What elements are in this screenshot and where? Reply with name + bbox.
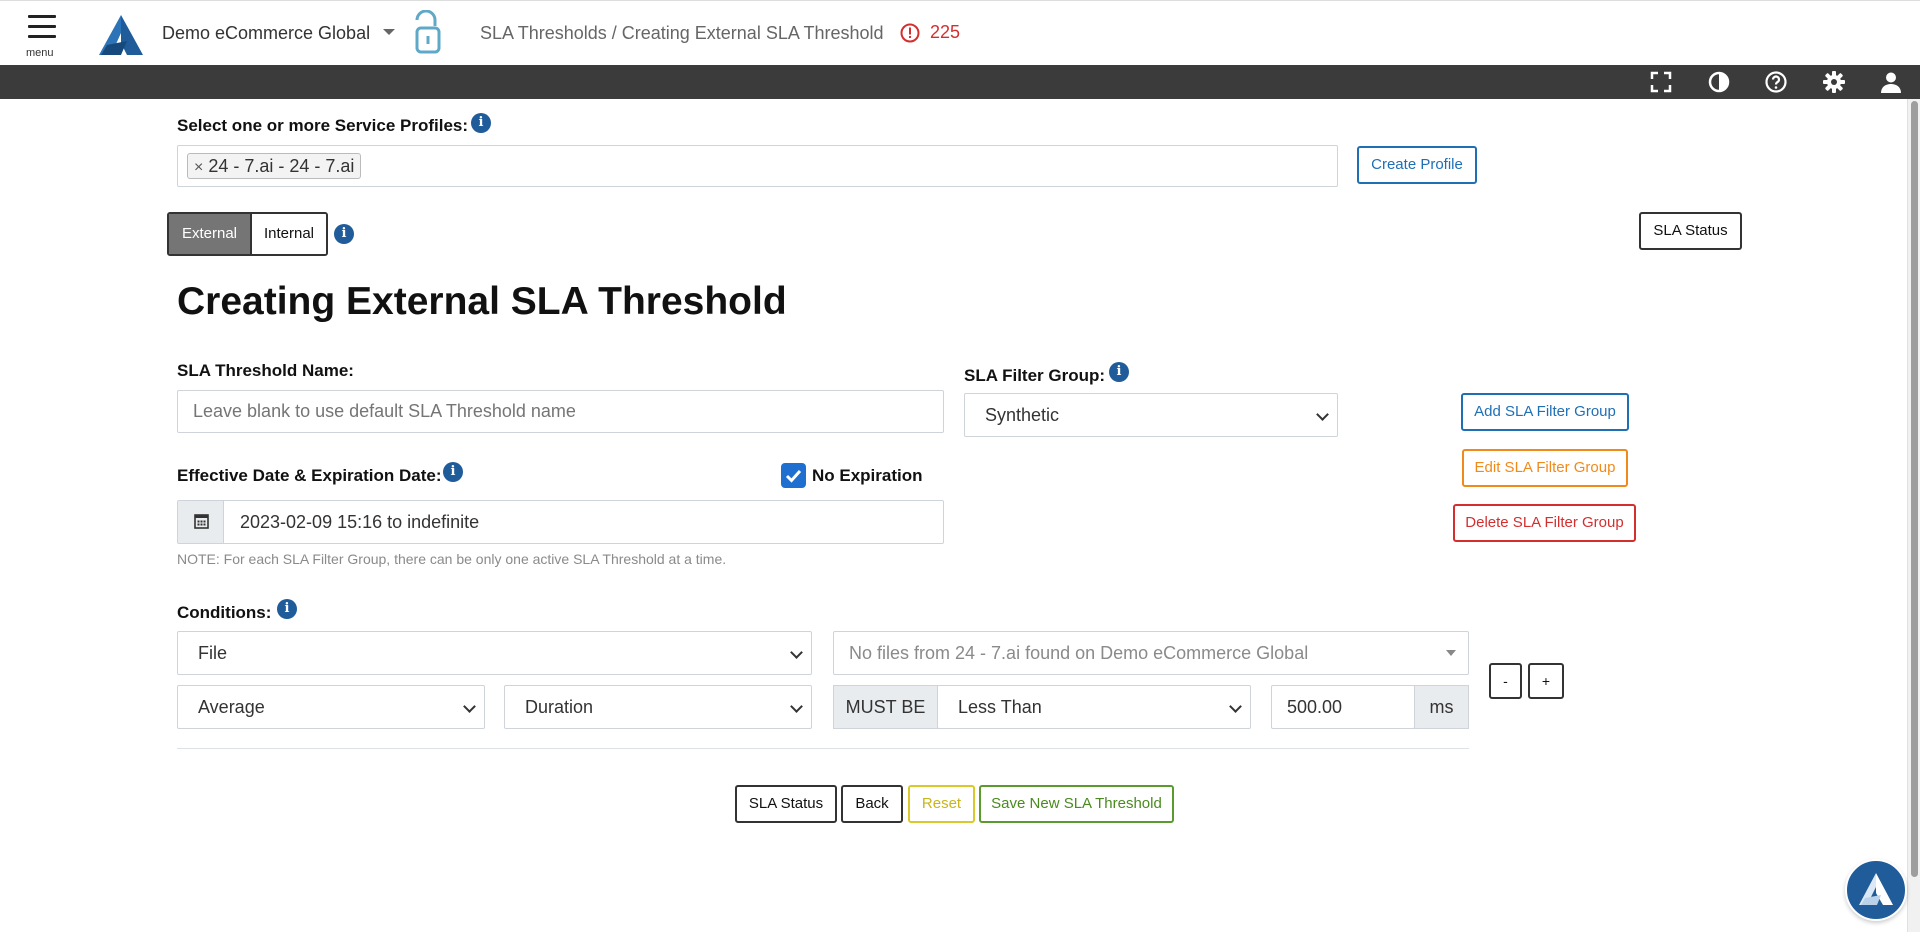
- alert-count: 225: [930, 22, 961, 42]
- threshold-name-input[interactable]: [177, 390, 944, 433]
- metric-select[interactable]: Duration: [504, 685, 812, 729]
- filter-group-label: SLA Filter Group:: [964, 366, 1106, 385]
- contrast-icon[interactable]: [1707, 70, 1731, 94]
- create-profile-button[interactable]: Create Profile: [1357, 146, 1477, 184]
- external-internal-toggle: External Internal: [167, 212, 328, 256]
- floating-logo-button[interactable]: [1845, 859, 1907, 921]
- caret-down-icon: [1446, 650, 1456, 656]
- service-profiles-label: Select one or more Service Profiles:: [177, 116, 469, 135]
- external-toggle-button[interactable]: External: [169, 214, 250, 254]
- delete-filter-group-button[interactable]: Delete SLA Filter Group: [1453, 504, 1636, 542]
- toolbar: [0, 65, 1920, 99]
- unit-label: ms: [1414, 685, 1469, 729]
- calendar-icon[interactable]: [178, 501, 224, 543]
- comparator-select[interactable]: Less Than: [937, 685, 1251, 729]
- fullscreen-icon[interactable]: [1649, 70, 1673, 94]
- condition-scope-value: File: [198, 643, 228, 663]
- unlock-icon[interactable]: [411, 10, 445, 56]
- scrollbar-thumb[interactable]: [1911, 101, 1918, 877]
- aggregate-value: Average: [198, 697, 265, 717]
- service-profiles-input[interactable]: × 24 - 7.ai - 24 - 7.ai: [177, 145, 1338, 187]
- date-range-input[interactable]: 2023-02-09 15:16 to indefinite: [177, 500, 944, 544]
- threshold-value-input[interactable]: 500.00: [1271, 685, 1415, 729]
- sla-status-button[interactable]: SLA Status: [735, 785, 837, 823]
- threshold-value: 500.00: [1287, 697, 1343, 717]
- back-button[interactable]: Back: [841, 785, 903, 823]
- must-be-label: MUST BE: [833, 685, 938, 729]
- organization-name[interactable]: Demo eCommerce Global: [162, 23, 370, 44]
- page-title: Creating External SLA Threshold: [177, 280, 787, 323]
- gear-icon[interactable]: [1822, 70, 1846, 94]
- conditions-info-icon[interactable]: i: [277, 599, 297, 619]
- divider: [177, 748, 1469, 749]
- sla-status-top-button[interactable]: SLA Status: [1639, 212, 1742, 250]
- no-expiration-label: No Expiration: [812, 466, 923, 485]
- metric-value: Duration: [525, 697, 594, 717]
- user-icon[interactable]: [1879, 70, 1903, 94]
- chevron-down-icon: [790, 700, 803, 713]
- edit-filter-group-button[interactable]: Edit SLA Filter Group: [1462, 449, 1628, 487]
- profile-tag-remove-icon[interactable]: ×: [194, 159, 203, 176]
- org-dropdown-caret-icon[interactable]: [383, 29, 395, 35]
- alert-indicator[interactable]: 225: [900, 22, 960, 43]
- top-header: menu Demo eCommerce Global SLA Threshold…: [0, 0, 1920, 65]
- chevron-down-icon: [1229, 700, 1242, 713]
- condition-files-select[interactable]: No files from 24 - 7.ai found on Demo eC…: [833, 631, 1469, 675]
- conditions-label: Conditions:: [177, 603, 272, 622]
- threshold-name-label: SLA Threshold Name:: [177, 361, 354, 380]
- dates-label: Effective Date & Expiration Date:: [177, 466, 442, 485]
- add-filter-group-button[interactable]: Add SLA Filter Group: [1461, 393, 1629, 431]
- checkmark-icon: [785, 469, 802, 483]
- aggregate-select[interactable]: Average: [177, 685, 485, 729]
- dates-info-icon[interactable]: i: [443, 462, 463, 482]
- alert-icon: [900, 23, 920, 42]
- date-range-value: 2023-02-09 15:16 to indefinite: [240, 512, 480, 532]
- mode-info-icon[interactable]: i: [334, 224, 354, 244]
- condition-files-placeholder: No files from 24 - 7.ai found on Demo eC…: [849, 643, 1309, 663]
- menu-label: menu: [26, 47, 54, 59]
- menu-button[interactable]: menu: [24, 13, 60, 61]
- remove-condition-button[interactable]: -: [1489, 663, 1522, 699]
- comparator-value: Less Than: [958, 697, 1042, 717]
- internal-toggle-button[interactable]: Internal: [250, 214, 326, 254]
- filter-group-info-icon[interactable]: i: [1109, 362, 1129, 382]
- service-profiles-info-icon[interactable]: i: [471, 113, 491, 133]
- brand-logo-icon: [1859, 873, 1893, 905]
- profile-tag: × 24 - 7.ai - 24 - 7.ai: [187, 153, 362, 179]
- filter-group-value: Synthetic: [985, 405, 1060, 425]
- profile-tag-label: 24 - 7.ai - 24 - 7.ai: [208, 156, 355, 176]
- save-threshold-button[interactable]: Save New SLA Threshold: [979, 785, 1174, 823]
- reset-button[interactable]: Reset: [908, 785, 975, 823]
- breadcrumb: SLA Thresholds / Creating External SLA T…: [480, 23, 884, 43]
- single-active-threshold-note: NOTE: For each SLA Filter Group, there c…: [177, 551, 727, 567]
- page-scrollbar[interactable]: [1907, 99, 1920, 932]
- chevron-down-icon: [463, 700, 476, 713]
- hamburger-icon: [28, 15, 56, 45]
- chevron-down-icon: [790, 646, 803, 659]
- help-icon[interactable]: [1764, 70, 1788, 94]
- filter-group-select[interactable]: Synthetic: [964, 393, 1338, 437]
- no-expiration-checkbox[interactable]: [781, 463, 806, 488]
- company-logo[interactable]: [97, 13, 145, 57]
- condition-scope-select[interactable]: File: [177, 631, 812, 675]
- add-condition-button[interactable]: +: [1528, 663, 1564, 699]
- chevron-down-icon: [1316, 408, 1329, 421]
